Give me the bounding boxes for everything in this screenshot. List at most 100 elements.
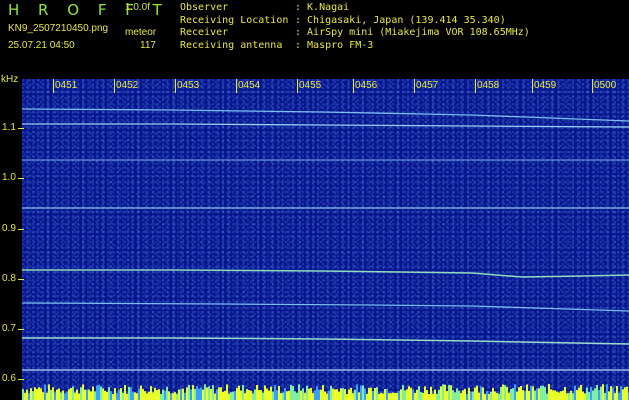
level-bar <box>544 387 546 400</box>
level-bar <box>462 390 464 400</box>
time-tick-label: 0458 <box>477 80 500 91</box>
level-bar <box>552 390 554 400</box>
level-bar <box>500 386 502 400</box>
level-bar <box>186 387 188 400</box>
level-bar <box>172 393 174 400</box>
level-bar <box>206 387 208 400</box>
level-bar <box>370 387 372 400</box>
level-bar <box>566 393 568 400</box>
level-bar <box>444 384 446 400</box>
level-bar <box>152 392 154 400</box>
level-bar <box>22 389 24 400</box>
level-bar <box>456 388 458 400</box>
level-bar <box>144 391 146 400</box>
level-bar <box>390 393 392 400</box>
level-bar <box>340 388 342 400</box>
trace-line <box>22 337 629 345</box>
level-bar <box>512 388 514 400</box>
freq-tick <box>18 379 24 380</box>
level-bar <box>430 386 432 400</box>
level-bar <box>290 384 292 400</box>
level-bar <box>556 391 558 400</box>
level-bar <box>180 388 182 400</box>
level-bar <box>442 384 444 400</box>
info-key: Receiving antenna <box>180 39 283 51</box>
info-value: : Chigasaki, Japan (139.414 35.340) <box>295 14 506 26</box>
level-bar <box>400 389 402 400</box>
info-value: : K.Nagai <box>295 2 350 13</box>
level-bar <box>124 385 126 400</box>
level-bar <box>276 390 278 400</box>
trace-line <box>22 123 629 128</box>
level-bar <box>392 392 394 400</box>
level-bar <box>414 392 416 400</box>
level-bar <box>360 385 362 400</box>
info-key: Receiving Location <box>180 14 289 26</box>
level-bar <box>542 385 544 400</box>
info-row-antenna: Receiving antenna: Maspro FM-3 <box>180 40 530 53</box>
level-bar <box>284 388 286 400</box>
level-bar <box>336 389 338 400</box>
level-bar <box>388 393 390 400</box>
level-bar <box>248 389 250 400</box>
level-bar <box>52 387 54 400</box>
level-bar <box>300 390 302 400</box>
level-bar <box>516 391 518 400</box>
level-bar <box>252 393 254 400</box>
level-bar <box>318 389 320 400</box>
level-bar <box>226 384 228 400</box>
level-bar <box>170 393 172 400</box>
level-bar <box>338 391 340 400</box>
level-bar <box>156 389 158 400</box>
level-bar <box>80 387 82 400</box>
level-bar <box>470 391 472 400</box>
level-bar <box>482 387 484 400</box>
level-bar <box>278 385 280 400</box>
level-bar <box>548 384 550 400</box>
level-bar <box>110 391 112 400</box>
level-bar <box>614 393 616 400</box>
level-bar <box>330 385 332 400</box>
level-bar <box>230 392 232 400</box>
level-bar <box>236 388 238 400</box>
level-bar <box>352 393 354 400</box>
level-bar <box>464 388 466 400</box>
level-bar <box>148 391 150 400</box>
level-bar <box>592 390 594 400</box>
level-bar <box>208 386 210 400</box>
level-bar <box>350 387 352 400</box>
level-bar <box>190 389 192 400</box>
level-bar <box>562 390 564 400</box>
level-bar <box>118 389 120 400</box>
level-bar <box>424 386 426 400</box>
level-bar <box>270 386 272 400</box>
level-bar <box>476 385 478 400</box>
level-bar <box>204 384 206 400</box>
level-bar <box>280 393 282 400</box>
level-bar <box>198 388 200 400</box>
level-bar <box>480 386 482 400</box>
level-bar <box>496 393 498 400</box>
level-bar <box>478 392 480 400</box>
level-bar <box>308 388 310 400</box>
level-bar <box>286 391 288 400</box>
level-bar <box>534 390 536 400</box>
level-bar <box>258 389 260 400</box>
level-bar <box>600 386 602 400</box>
level-bar <box>560 391 562 400</box>
level-bar <box>612 387 614 400</box>
level-bar <box>154 387 156 400</box>
level-bar <box>306 385 308 400</box>
level-bar <box>466 393 468 400</box>
level-bar <box>594 388 596 400</box>
level-bar <box>26 389 28 400</box>
level-bar <box>506 386 508 400</box>
level-bar <box>326 393 328 400</box>
level-bar <box>254 389 256 400</box>
level-bar <box>68 389 70 400</box>
time-tick <box>297 79 298 93</box>
level-bar <box>452 390 454 400</box>
level-bar <box>488 393 490 400</box>
level-bar <box>502 384 504 400</box>
level-bar <box>422 392 424 400</box>
